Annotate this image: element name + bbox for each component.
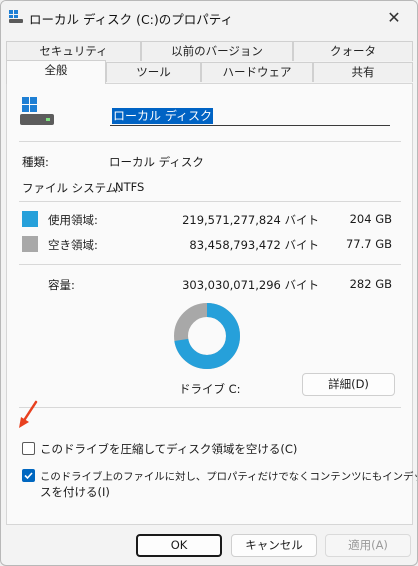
free-space-bytes: 83,458,793,472 バイト: [189, 238, 319, 252]
disk-usage-donut: [174, 303, 240, 369]
title-bar: ローカル ディスク (C:)のプロパティ ✕: [1, 1, 417, 33]
general-panel: ローカル ディスク 種類: ローカル ディスク ファイル システム: NTFS …: [6, 83, 417, 525]
drive-letter-label: ドライブ C:: [179, 382, 241, 396]
index-contents-label: このドライブ上のファイルに対し、プロパティだけでなくコンテンツにもインデックス: [40, 471, 418, 483]
tab-quota[interactable]: クォータ: [293, 41, 413, 61]
free-space-label: 空き領域:: [48, 238, 98, 252]
divider: [19, 141, 401, 142]
ok-button[interactable]: OK: [136, 534, 222, 557]
used-space-label: 使用領域:: [48, 213, 98, 227]
divider: [19, 407, 401, 408]
tab-previous-versions[interactable]: 以前のバージョン: [141, 41, 293, 61]
used-space-swatch: [22, 211, 38, 227]
properties-window: ローカル ディスク (C:)のプロパティ ✕ セキュリティ 以前のバージョン ク…: [0, 0, 418, 566]
drive-name-field[interactable]: ローカル ディスク: [110, 107, 390, 126]
divider: [19, 201, 401, 202]
tab-sharing[interactable]: 共有: [313, 62, 413, 82]
capacity-bytes: 303,030,071,296 バイト: [182, 278, 319, 292]
close-icon: ✕: [387, 7, 401, 27]
type-label: 種類:: [22, 155, 49, 169]
free-space-gb: 77.7 GB: [345, 237, 392, 251]
close-button[interactable]: ✕: [371, 1, 417, 33]
tab-security[interactable]: セキュリティ: [6, 41, 141, 61]
drive-icon: [9, 10, 23, 23]
capacity-gb: 282 GB: [349, 277, 392, 291]
used-space-bytes: 219,571,277,824 バイト: [182, 213, 319, 227]
compress-drive-label: このドライブを圧縮してディスク領域を空ける(C): [40, 442, 298, 456]
checkmark-icon: [24, 472, 33, 480]
apply-button[interactable]: 適用(A): [325, 534, 411, 557]
drive-name-selected-text: ローカル ディスク: [112, 108, 213, 124]
index-contents-checkbox[interactable]: [22, 469, 35, 482]
compress-drive-checkbox[interactable]: [22, 442, 35, 455]
tab-general[interactable]: 全般: [6, 60, 106, 84]
free-space-swatch: [22, 236, 38, 252]
divider: [19, 264, 401, 265]
filesystem-value: NTFS: [115, 180, 145, 194]
filesystem-label: ファイル システム:: [22, 181, 122, 195]
drive-large-icon: [20, 97, 54, 125]
index-contents-label-wrap: スを付ける(I): [40, 485, 110, 499]
annotation-arrow-icon: [19, 400, 38, 428]
window-title: ローカル ディスク (C:)のプロパティ: [29, 12, 234, 27]
cancel-button[interactable]: キャンセル: [231, 534, 317, 557]
used-space-gb: 204 GB: [349, 212, 392, 226]
tab-hardware[interactable]: ハードウェア: [201, 62, 313, 82]
details-button[interactable]: 詳細(D): [302, 373, 395, 396]
capacity-label: 容量:: [48, 278, 75, 292]
type-value: ローカル ディスク: [109, 155, 204, 169]
tab-tools[interactable]: ツール: [106, 62, 201, 82]
